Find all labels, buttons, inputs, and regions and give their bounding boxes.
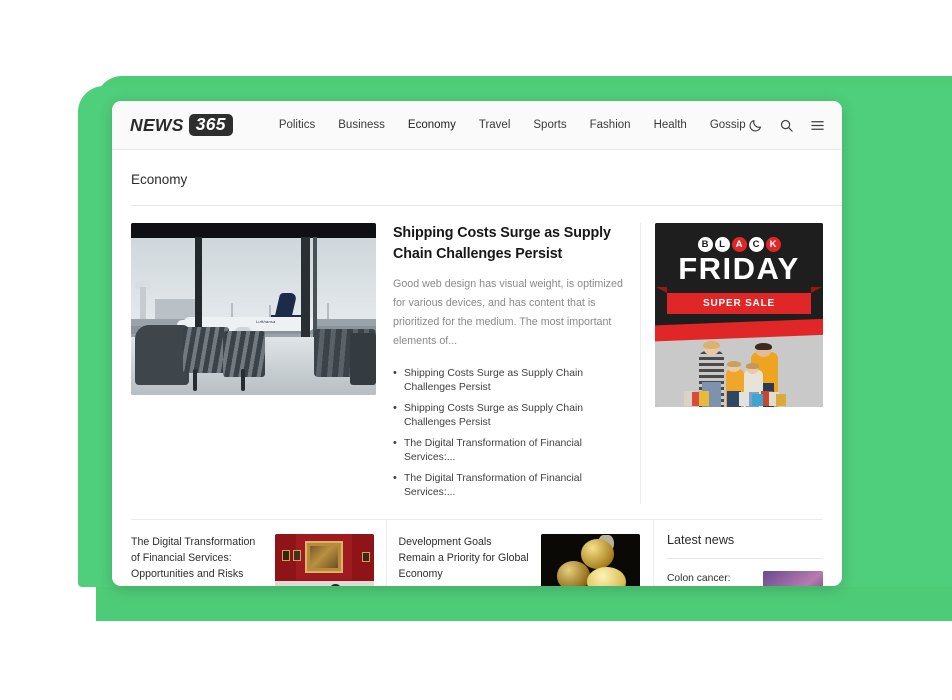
article-title: The Digital Transformation of Financial … [131, 535, 256, 581]
hero-headline[interactable]: Shipping Costs Surge as Supply Chain Cha… [393, 223, 626, 264]
article-thumbnail-museum-gallery [274, 533, 374, 586]
hero-text-column: Shipping Costs Surge as Supply Chain Cha… [376, 223, 641, 504]
nav-item-business[interactable]: Business [338, 119, 385, 131]
nav-item-sports[interactable]: Sports [533, 119, 566, 131]
nav-item-economy[interactable]: Economy [408, 119, 456, 131]
hero-related-item[interactable]: Shipping Costs Surge as Supply Chain Cha… [393, 363, 626, 398]
article-list-item[interactable]: Development Goals Remain a Priority for … [398, 520, 640, 586]
sidebar-list-item[interactable]: Colon cancer: Aspirin may reduce risk fr… [667, 559, 823, 586]
nav-item-travel[interactable]: Travel [479, 119, 511, 131]
latest-news-heading: Latest news [667, 532, 735, 547]
hero-section: Lufthansa Shipping Costs Surge as Supply… [131, 206, 823, 519]
ad-letter: K [765, 237, 781, 252]
hero-image-wrap[interactable]: Lufthansa [131, 223, 376, 504]
hamburger-menu-icon[interactable] [810, 118, 825, 133]
ad-letter: C [748, 237, 764, 252]
page-title-strip: Economy [112, 150, 842, 206]
site-header: NEWS 365 Politics Business Economy Trave… [112, 101, 842, 150]
search-icon[interactable] [779, 118, 794, 133]
sidebar-article-title: Colon cancer: Aspirin may reduce risk fr… [667, 572, 731, 584]
ad-friday-text: FRIDAY [678, 251, 800, 286]
logo-badge: 365 [188, 113, 233, 137]
main-nav: Politics Business Economy Travel Sports … [279, 119, 746, 131]
screenshot-stage: NEWS 365 Politics Business Economy Trave… [0, 0, 952, 700]
ad-letter: B [697, 237, 713, 252]
ad-family-shoppers-image [655, 333, 823, 407]
ad-super-sale-ribbon: SUPER SALE [656, 287, 822, 314]
latest-news-sidebar: Latest news Colon cancer: Aspirin may re… [653, 519, 823, 586]
nav-item-health[interactable]: Health [654, 119, 687, 131]
nav-item-politics[interactable]: Politics [279, 119, 315, 131]
ad-letter: A [731, 237, 747, 252]
nav-item-fashion[interactable]: Fashion [590, 119, 631, 131]
hero-related-item[interactable]: The Digital Transformation of Financial … [393, 468, 626, 503]
page-title: Economy [131, 172, 188, 187]
black-friday-ad-banner[interactable]: B L A C K FRIDAY SUPER SALE [655, 223, 823, 407]
moon-icon[interactable] [748, 118, 763, 133]
sidebar-thumbnail-clinic-group [763, 570, 823, 586]
ad-black-letters: B L A C K [655, 237, 823, 252]
bottom-articles-section: The Digital Transformation of Financial … [131, 518, 823, 586]
article-thumbnail-gold-coins [541, 533, 640, 586]
article-column-left: The Digital Transformation of Financial … [131, 520, 386, 586]
article-column-middle: Development Goals Remain a Priority for … [385, 519, 640, 586]
article-title: Development Goals Remain a Priority for … [398, 535, 529, 581]
logo-word: NEWS [130, 114, 184, 135]
news-site-card: NEWS 365 Politics Business Economy Trave… [112, 101, 842, 586]
ad-letter: L [714, 237, 730, 252]
hero-related-item[interactable]: Shipping Costs Surge as Supply Chain Cha… [393, 398, 626, 433]
hero-excerpt: Good web design has visual weight, is op… [393, 278, 623, 348]
hero-image-airport-terminal: Lufthansa [131, 223, 376, 395]
site-logo[interactable]: NEWS 365 [130, 113, 233, 137]
bottom-articles-main: The Digital Transformation of Financial … [131, 519, 640, 586]
nav-item-gossip[interactable]: Gossip [710, 119, 746, 131]
hero-related-list: Shipping Costs Surge as Supply Chain Cha… [393, 363, 626, 503]
page-content: Lufthansa Shipping Costs Surge as Supply… [112, 206, 842, 586]
article-list-item[interactable]: The Digital Transformation of Financial … [131, 520, 374, 586]
header-actions [748, 118, 825, 133]
hero-related-item[interactable]: The Digital Transformation of Financial … [393, 433, 626, 468]
